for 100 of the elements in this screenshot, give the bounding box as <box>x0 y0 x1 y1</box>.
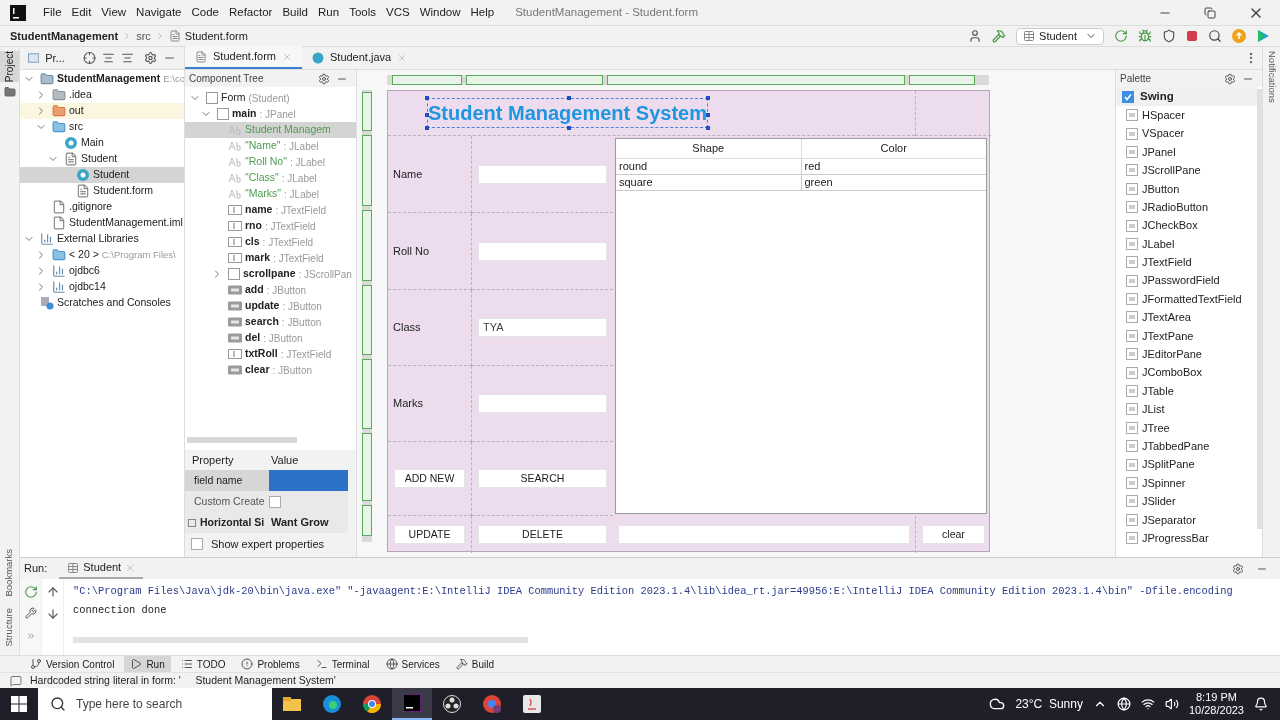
shield-icon[interactable] <box>1162 29 1176 43</box>
palette-item[interactable]: JFormattedTextField <box>1116 289 1257 309</box>
component-tree-item[interactable]: add : JButton <box>185 282 356 298</box>
component-tree-item[interactable]: name : JTextField <box>185 202 356 218</box>
rerun-icon[interactable] <box>23 585 38 599</box>
resize-handle[interactable] <box>705 126 710 130</box>
user-icon[interactable] <box>968 29 983 43</box>
component-tree-item[interactable]: Form (Student) <box>185 90 356 106</box>
menu-item[interactable]: Tools <box>344 3 381 22</box>
tree-item[interactable]: < 20 > C:\Program Files\ <box>20 247 184 263</box>
add-button[interactable]: ADD NEW <box>394 469 465 488</box>
wrench-icon[interactable] <box>24 607 37 619</box>
scrollbar[interactable] <box>187 437 297 443</box>
scrollbar[interactable] <box>73 637 528 643</box>
property-row[interactable]: field name <box>185 470 348 491</box>
menu-item[interactable]: File <box>38 3 67 22</box>
tool-window-tab[interactable]: Structure <box>2 608 17 647</box>
tree-item[interactable]: .idea <box>20 87 184 103</box>
search-button[interactable]: SEARCH <box>478 469 607 488</box>
column-header[interactable]: Shape <box>616 139 802 158</box>
component-tree-item[interactable]: update : JButton <box>185 298 356 314</box>
weather-text[interactable]: 23°C Sunny <box>1015 695 1083 713</box>
tree-item[interactable]: Student <box>20 151 184 167</box>
component-tree-item[interactable]: "Class" : JLabel <box>185 170 356 186</box>
menu-item[interactable]: Edit <box>66 3 97 22</box>
editor-tab[interactable]: Student.java <box>302 46 418 69</box>
component-tree-item[interactable]: search : JButton <box>185 314 356 330</box>
palette-item[interactable]: HSpacer <box>1116 106 1257 125</box>
menu-item[interactable]: Navigate <box>131 3 187 22</box>
menu-item[interactable]: Refactor <box>223 3 278 22</box>
tool-window-button[interactable]: Version Control <box>24 656 121 672</box>
update-button[interactable]: UPDATE <box>394 525 465 544</box>
menu-item[interactable]: Code <box>186 3 224 22</box>
settings-icon[interactable] <box>318 72 330 85</box>
text-field[interactable] <box>478 241 607 261</box>
palette-item[interactable]: JProgressBar <box>1116 529 1257 548</box>
text-field[interactable] <box>618 525 910 544</box>
locate-icon[interactable] <box>82 51 96 65</box>
tool-window-button[interactable]: Problems <box>235 656 306 672</box>
resize-handle[interactable] <box>425 126 429 130</box>
palette-item[interactable]: JSplitPane <box>1116 455 1257 474</box>
palette-item[interactable]: JScrollPane <box>1116 161 1257 180</box>
stop-icon[interactable] <box>1186 30 1198 42</box>
value-field[interactable] <box>269 470 348 491</box>
palette-item[interactable]: JTabbedPane <box>1116 437 1257 456</box>
menu-item[interactable]: VCS <box>381 3 415 22</box>
component-tree-item[interactable]: scrollpane : JScrollPan <box>185 266 356 282</box>
menu-item[interactable]: Build <box>277 3 313 22</box>
menu-item[interactable]: Window <box>414 3 466 22</box>
tree-item[interactable]: Main <box>20 135 184 151</box>
bug-icon[interactable] <box>1138 29 1152 43</box>
up-arrow-icon[interactable] <box>45 585 60 599</box>
tool-window-button[interactable]: Run <box>124 656 171 672</box>
palette-item[interactable]: JTree <box>1116 418 1257 438</box>
breadcrumb-item[interactable]: src <box>136 27 151 45</box>
property-row[interactable]: Custom Create <box>185 491 348 512</box>
palette-item[interactable]: VSpacer <box>1116 124 1257 143</box>
run-tab[interactable]: Student <box>59 558 144 579</box>
resize-handle[interactable] <box>425 113 429 117</box>
search-field[interactable]: Type here to search <box>38 688 272 720</box>
component-tree-item[interactable]: "Marks" : JLabel <box>185 186 356 202</box>
tree-item[interactable]: out <box>20 103 184 119</box>
palette-item[interactable]: JEditorPane <box>1116 345 1257 364</box>
panel-title[interactable]: Pr... <box>45 49 65 67</box>
palette-item[interactable]: JButton <box>1116 179 1257 198</box>
speaker-icon[interactable] <box>1164 697 1179 711</box>
resize-handle[interactable] <box>705 113 710 117</box>
tool-window-button[interactable]: Terminal <box>309 656 376 672</box>
tree-item[interactable]: src <box>20 119 184 135</box>
clock-date[interactable]: 10/28/2023 <box>1188 704 1244 717</box>
tree-item[interactable]: External Libraries <box>20 231 184 247</box>
editor-tab[interactable]: Student.form <box>185 46 302 69</box>
delete-button[interactable]: DELETE <box>478 525 607 544</box>
settings-icon[interactable] <box>1232 562 1244 575</box>
tree-item[interactable]: Student <box>20 167 184 183</box>
palette-item[interactable]: JTextPane <box>1116 326 1257 346</box>
component-tree-item[interactable]: clear : JButton <box>185 362 356 378</box>
cloud-icon[interactable] <box>989 696 1006 712</box>
tree-item[interactable]: Scratches and Consoles <box>20 295 184 311</box>
tree-item[interactable]: ojdbc6 <box>20 263 184 279</box>
component-tree-item[interactable]: "Roll No" : JLabel <box>185 154 356 170</box>
wifi-icon[interactable] <box>1140 697 1155 711</box>
tree-item[interactable]: .gitignore <box>20 199 184 215</box>
resize-handle[interactable] <box>567 96 572 100</box>
text-field[interactable] <box>478 164 607 184</box>
update-icon[interactable] <box>1232 29 1246 43</box>
palette-item[interactable]: JComboBox <box>1116 363 1257 382</box>
palette-item[interactable]: JPanel <box>1116 142 1257 162</box>
palette-item[interactable]: JLabel <box>1116 234 1257 254</box>
palette-item[interactable]: JTextArea <box>1116 308 1257 327</box>
restore-icon[interactable] <box>1204 6 1216 19</box>
palette-item[interactable]: JRadioButton <box>1116 197 1257 217</box>
palette-item[interactable]: JSlider <box>1116 492 1257 511</box>
palette-item[interactable]: JPasswordField <box>1116 271 1257 290</box>
column-header[interactable]: Color <box>801 139 986 158</box>
palette-item[interactable]: JTextField <box>1116 253 1257 272</box>
breadcrumb-item[interactable]: StudentManagement <box>10 27 119 45</box>
tree-item[interactable]: StudentManagement E:\co <box>20 71 184 87</box>
windows-logo-icon[interactable] <box>11 696 27 712</box>
tree-item[interactable]: StudentManagement.iml <box>20 215 184 231</box>
